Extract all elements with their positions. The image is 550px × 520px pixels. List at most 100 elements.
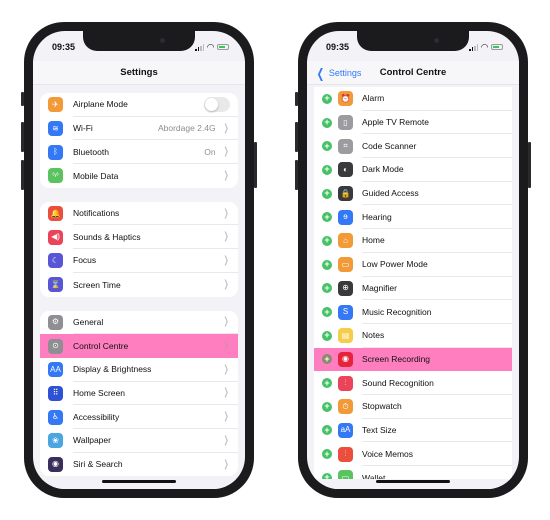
- chevron-right-icon: ❯: [223, 170, 229, 182]
- settings-row-wallpaper[interactable]: ❀ Wallpaper ❯: [40, 429, 238, 453]
- add-control-button[interactable]: +: [322, 330, 332, 341]
- control-row-magnifier: + ⊕ Magnifier: [314, 277, 512, 301]
- notch: [357, 31, 469, 51]
- row-label: General: [73, 316, 104, 327]
- row-label-wrap: Accessibility ❯: [73, 405, 238, 429]
- screen: 09:35 ◠ Settings ✈ Airplane Mode ≋ Wi-Fi Abo…: [33, 31, 245, 489]
- switches-icon: ⊙: [48, 338, 63, 354]
- settings-row-mobile-data[interactable]: ⁽ᵞ⁾ Mobile Data ❯: [40, 164, 238, 188]
- toggle-knob: [205, 97, 218, 111]
- voice-memo-icon: ⫶: [338, 446, 353, 462]
- settings-row-wi-fi[interactable]: ≋ Wi-Fi Abordage 2.4G ❯: [40, 117, 238, 141]
- airplane-mode-toggle[interactable]: [204, 96, 230, 112]
- back-button[interactable]: ❮ Settings: [315, 61, 362, 85]
- add-control-button[interactable]: +: [322, 93, 332, 104]
- control-label: Voice Memos: [362, 442, 512, 466]
- add-control-button[interactable]: +: [322, 164, 332, 175]
- dark-mode-icon: ◐: [338, 162, 353, 178]
- add-control-button[interactable]: +: [322, 401, 332, 412]
- control-label: Stopwatch: [362, 395, 512, 419]
- control-row-screen-recording: + ◉ Screen Recording: [314, 347, 512, 372]
- control-row-code-scanner: + ⌗ Code Scanner: [314, 134, 512, 159]
- home-indicator[interactable]: [102, 480, 176, 483]
- status-time: 09:35: [326, 42, 350, 52]
- siri-icon: ◉: [48, 456, 63, 472]
- page-title: Control Centre: [379, 67, 447, 78]
- add-control-button[interactable]: +: [322, 378, 332, 389]
- control-label: Hearing: [362, 205, 512, 230]
- control-label: Music Recognition: [362, 300, 512, 324]
- volume-down-button: [295, 160, 298, 190]
- control-label: Sound Recognition: [362, 371, 512, 395]
- settings-row-accessibility[interactable]: ♿ Accessibility ❯: [40, 405, 238, 429]
- chevron-right-icon: ❯: [223, 434, 229, 446]
- row-label: Siri & Search: [73, 459, 123, 470]
- row-label: Mobile Data: [73, 170, 119, 181]
- chevron-right-icon: ❯: [223, 340, 229, 352]
- control-row-sound-recognition: + ⫶ Sound Recognition: [314, 371, 512, 395]
- lock-icon: 🔒: [338, 186, 353, 202]
- add-control-button[interactable]: +: [322, 188, 332, 199]
- battery-icon: [491, 44, 503, 50]
- row-label-wrap: Control Centre ❯: [73, 334, 238, 358]
- add-control-button[interactable]: +: [322, 283, 332, 294]
- control-label: Code Scanner: [362, 134, 512, 159]
- settings-row-general[interactable]: ⚙ General ❯: [40, 311, 238, 335]
- settings-group: 🔔 Notifications ❯ ◀) Sounds & Haptics ❯ ☾ Focus…: [40, 201, 238, 297]
- moon-icon: ☾: [48, 253, 63, 269]
- add-control-button[interactable]: +: [322, 259, 332, 270]
- battery-icon: ▭: [338, 257, 353, 273]
- wifi-status-icon: ◠: [207, 41, 214, 52]
- volume-up-button: [21, 122, 24, 152]
- wifi-icon: ≋: [48, 121, 63, 137]
- control-label: Dark Mode: [362, 158, 512, 182]
- ear-icon: ɘ: [338, 209, 353, 225]
- row-label-wrap: Wi-Fi Abordage 2.4G ❯: [73, 117, 238, 141]
- settings-row-control-centre[interactable]: ⊙ Control Centre ❯: [40, 334, 238, 358]
- add-control-button[interactable]: +: [322, 141, 332, 152]
- settings-row-siri-and-search[interactable]: ◉ Siri & Search ❯: [40, 453, 238, 477]
- home-indicator[interactable]: [376, 480, 450, 483]
- settings-row-display-and-brightness[interactable]: AA Display & Brightness ❯: [40, 358, 238, 382]
- control-row-guided-access: + 🔒 Guided Access: [314, 182, 512, 206]
- settings-row-home-screen[interactable]: ⠿ Home Screen ❯: [40, 382, 238, 406]
- chevron-right-icon: ❯: [223, 122, 229, 134]
- speaker-icon: ◀): [48, 229, 63, 245]
- row-value: On: [204, 146, 216, 157]
- settings-row-airplane-mode[interactable]: ✈ Airplane Mode: [40, 93, 238, 117]
- chevron-right-icon: ❯: [223, 254, 229, 266]
- chevron-right-icon: ❯: [223, 279, 229, 291]
- settings-row-bluetooth[interactable]: ᛒ Bluetooth On ❯: [40, 140, 238, 165]
- row-label: Accessibility: [73, 411, 120, 422]
- settings-row-sounds-and-haptics[interactable]: ◀) Sounds & Haptics ❯: [40, 225, 238, 250]
- control-label: Screen Recording: [362, 353, 431, 364]
- bell-icon: 🔔: [48, 206, 63, 222]
- control-row-low-power-mode: + ▭ Low Power Mode: [314, 253, 512, 277]
- more-controls-group: + ⏰ Alarm + ▯ Apple TV Remote + ⌗ Code Scanner + ◐…: [314, 87, 512, 489]
- grid-icon: ⠿: [48, 385, 63, 401]
- row-label-wrap: Airplane Mode: [73, 93, 238, 117]
- settings-row-notifications[interactable]: 🔔 Notifications ❯: [40, 202, 238, 226]
- add-control-button[interactable]: +: [322, 449, 332, 460]
- cellular-signal-icon: [469, 43, 479, 51]
- add-control-button[interactable]: +: [322, 354, 332, 365]
- phone-control-centre: 09:35 ◠ ❮ Settings Control Centre + ⏰ Alar…: [295, 22, 531, 498]
- control-row-apple-tv-remote: + ▯ Apple TV Remote: [314, 111, 512, 135]
- control-row-hearing: + ɘ Hearing: [314, 205, 512, 230]
- record-icon: ◉: [338, 351, 353, 367]
- house-icon: ⌂: [338, 233, 353, 249]
- settings-row-focus[interactable]: ☾ Focus ❯: [40, 249, 238, 273]
- add-control-button[interactable]: +: [322, 307, 332, 318]
- settings-row-screen-time[interactable]: ⌛ Screen Time ❯: [40, 273, 238, 297]
- add-control-button[interactable]: +: [322, 425, 332, 436]
- power-button: [528, 142, 531, 188]
- power-button: [254, 142, 257, 188]
- row-label-wrap: Notifications ❯: [73, 202, 238, 226]
- control-row-notes: + ▤ Notes: [314, 324, 512, 348]
- add-control-button[interactable]: +: [322, 235, 332, 246]
- chevron-right-icon: ❯: [223, 316, 229, 328]
- row-label-wrap: Siri & Search ❯: [73, 453, 238, 477]
- flower-icon: ❀: [48, 433, 63, 449]
- add-control-button[interactable]: +: [322, 212, 332, 223]
- add-control-button[interactable]: +: [322, 117, 332, 128]
